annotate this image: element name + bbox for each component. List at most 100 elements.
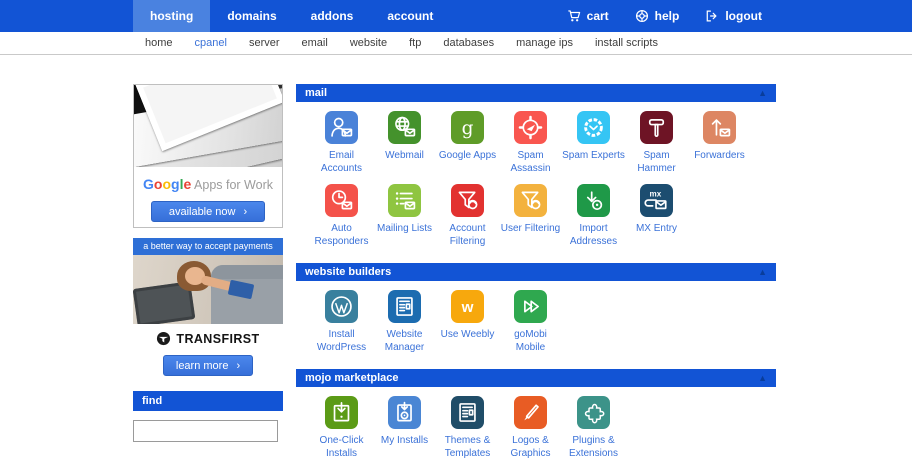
- tool-forwarders[interactable]: Forwarders: [688, 106, 751, 175]
- google-ad-image: [134, 85, 282, 167]
- tool-spam-hammer[interactable]: Spam Hammer: [625, 106, 688, 175]
- tool-spam-assassin[interactable]: Spam Assassin: [499, 106, 562, 175]
- tool-auto-responders[interactable]: Auto Responders: [310, 179, 373, 248]
- subnav-item-cpanel[interactable]: cpanel: [184, 37, 238, 49]
- tool-label: Spam Assassin: [499, 149, 562, 175]
- arrow-up-mail-icon: [703, 111, 736, 144]
- section-title: mail: [305, 87, 327, 99]
- subnav-item-ftp[interactable]: ftp: [398, 37, 432, 49]
- tool-spam-experts[interactable]: Spam Experts: [562, 106, 625, 175]
- pencil-icon: [517, 399, 544, 426]
- tool-label: My Installs: [373, 434, 436, 447]
- transfirst-ad[interactable]: a better way to accept payments TRANSFIR…: [133, 238, 283, 376]
- tool-my-installs[interactable]: My Installs: [373, 391, 436, 460]
- tool-label: Install WordPress: [310, 328, 373, 354]
- collapse-arrow-icon[interactable]: ▲: [758, 268, 767, 277]
- tool-import-addresses[interactable]: Import Addresses: [562, 179, 625, 248]
- tool-user-filtering[interactable]: User Filtering: [499, 179, 562, 248]
- mx-mail-icon: mx: [640, 184, 673, 217]
- weebly-w-icon: w: [451, 290, 484, 323]
- clock-mail-icon: [325, 184, 358, 217]
- section-website-builders: website builders▲ Install WordPressWebsit…: [296, 263, 776, 358]
- hammer-icon: [640, 111, 673, 144]
- logout-button[interactable]: logout: [705, 9, 762, 23]
- list-mail-icon: [388, 184, 421, 217]
- tool-website-manager[interactable]: Website Manager: [373, 285, 436, 354]
- help-icon: [635, 9, 649, 23]
- tool-label: Auto Responders: [310, 222, 373, 248]
- collapse-arrow-icon[interactable]: ▲: [758, 89, 767, 98]
- google-apps-ad[interactable]: Google Apps for Work available now ›: [133, 84, 283, 228]
- tool-install-wordpress[interactable]: Install WordPress: [310, 285, 373, 354]
- subnav-item-home[interactable]: home: [134, 37, 184, 49]
- top-nav-tab-addons[interactable]: addons: [294, 0, 371, 32]
- puzzle-icon: [580, 399, 607, 426]
- cart-button[interactable]: cart: [567, 9, 609, 23]
- subnav-item-manage-ips[interactable]: manage ips: [505, 37, 584, 49]
- tool-themes-templates[interactable]: Themes & Templates: [436, 391, 499, 460]
- top-nav-utilities: cart help logout: [567, 0, 762, 32]
- tool-label: Spam Experts: [562, 149, 625, 162]
- find-panel-title: find: [133, 391, 283, 411]
- subnav-item-install-scripts[interactable]: install scripts: [584, 37, 669, 49]
- page-content: Google Apps for Work available now › a b…: [133, 84, 912, 475]
- tool-label: Forwarders: [688, 149, 751, 162]
- tool-label: Account Filtering: [436, 222, 499, 248]
- double-play-icon: [514, 290, 547, 323]
- tool-logos-graphics[interactable]: Logos & Graphics: [499, 391, 562, 460]
- cart-icon: [567, 9, 581, 23]
- document-icon: [391, 293, 418, 320]
- section-header-mojo-marketplace[interactable]: mojo marketplace▲: [296, 369, 776, 387]
- subnav-item-email[interactable]: email: [291, 37, 339, 49]
- globe-mail-icon: [388, 111, 421, 144]
- top-nav-tab-hosting[interactable]: hosting: [133, 0, 210, 32]
- subnav-item-server[interactable]: server: [238, 37, 291, 49]
- tool-label: Themes & Templates: [436, 434, 499, 460]
- svg-text:g: g: [462, 118, 474, 139]
- tool-account-filtering[interactable]: Account Filtering: [436, 179, 499, 248]
- tool-use-weebly[interactable]: wUse Weebly: [436, 285, 499, 354]
- section-mojo-marketplace: mojo marketplace▲One-Click InstallsMy In…: [296, 369, 776, 464]
- tool-google-apps[interactable]: g Google Apps: [436, 106, 499, 175]
- tool-label: Google Apps: [436, 149, 499, 162]
- collapse-arrow-icon[interactable]: ▲: [758, 374, 767, 383]
- tool-gomobi-mobile[interactable]: goMobi Mobile: [499, 285, 562, 354]
- find-input[interactable]: [133, 420, 278, 442]
- icon-grid: One-Click InstallsMy InstallsThemes & Te…: [296, 387, 776, 464]
- available-now-button[interactable]: available now ›: [151, 201, 265, 222]
- top-nav-tab-account[interactable]: account: [370, 0, 450, 32]
- tool-one-click-installs[interactable]: One-Click Installs: [310, 391, 373, 460]
- tool-mx-entry[interactable]: mxMX Entry: [625, 179, 688, 248]
- tool-email-accounts[interactable]: Email Accounts: [310, 106, 373, 175]
- section-header-mail[interactable]: mail ▲: [296, 84, 776, 102]
- subnav-item-databases[interactable]: databases: [432, 37, 505, 49]
- help-button[interactable]: help: [635, 9, 680, 23]
- target-icon: [517, 114, 544, 141]
- svg-text:mx: mx: [650, 190, 662, 199]
- weebly-w-icon: w: [454, 293, 481, 320]
- tool-mailing-lists[interactable]: Mailing Lists: [373, 179, 436, 248]
- puzzle-icon: [577, 396, 610, 429]
- main-panel: mail▲Email AccountsWebmailgGoogle AppsSp…: [296, 84, 776, 475]
- box-install-icon: [328, 399, 355, 426]
- document-icon: [388, 290, 421, 323]
- top-nav-tab-domains[interactable]: domains: [210, 0, 293, 32]
- section-header-website-builders[interactable]: website builders▲: [296, 263, 776, 281]
- google-g-icon: g: [454, 114, 481, 141]
- google-g-icon: g: [451, 111, 484, 144]
- mx-mail-icon: mx: [643, 187, 670, 214]
- tool-webmail[interactable]: Webmail: [373, 106, 436, 175]
- logout-icon: [705, 9, 719, 23]
- tool-plugins-extensions[interactable]: Plugins & Extensions: [562, 391, 625, 460]
- chevron-right-icon: ›: [243, 206, 247, 218]
- top-nav-tabs: hostingdomainsaddonsaccount: [133, 0, 450, 32]
- tool-label: Webmail: [373, 149, 436, 162]
- tool-label: Website Manager: [373, 328, 436, 354]
- tool-label: One-Click Installs: [310, 434, 373, 460]
- hammer-icon: [643, 114, 670, 141]
- learn-more-button[interactable]: learn more ›: [163, 355, 253, 376]
- subnav-item-website[interactable]: website: [339, 37, 398, 49]
- funnel-user-icon: [454, 187, 481, 214]
- arrow-up-mail-icon: [706, 114, 733, 141]
- list-mail-icon: [391, 187, 418, 214]
